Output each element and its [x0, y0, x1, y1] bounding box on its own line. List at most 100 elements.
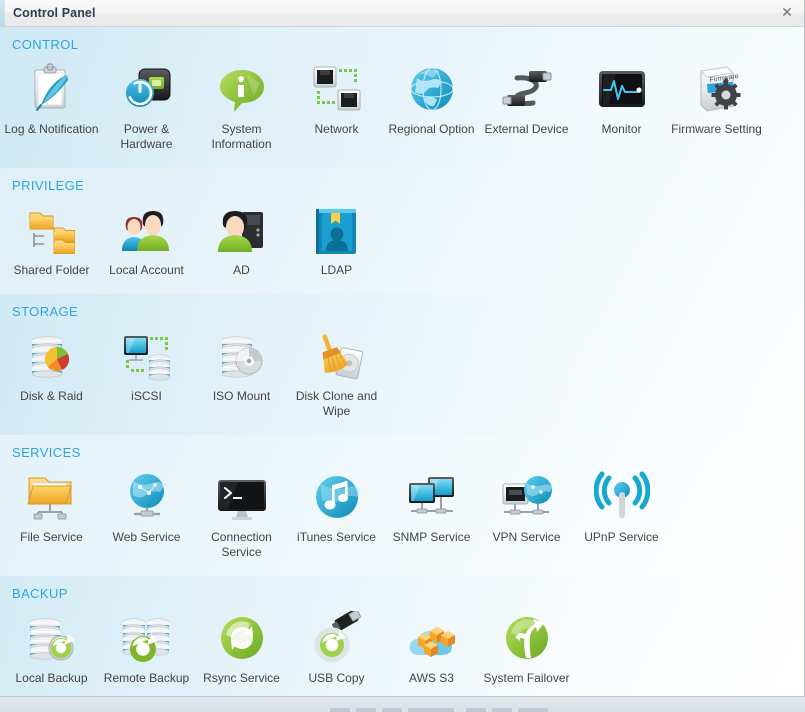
tile-local-backup[interactable]: Local Backup: [4, 607, 99, 692]
aws-cloud-icon[interactable]: [404, 611, 460, 667]
globe-icon[interactable]: [404, 62, 460, 118]
tile-disk-clone-and-wipe[interactable]: Disk Clone and Wipe: [289, 325, 384, 425]
tile-shared-folder[interactable]: Shared Folder: [4, 199, 99, 284]
firmware-gear-icon[interactable]: Firmware: [689, 62, 745, 118]
disk-stack-pie-icon[interactable]: [24, 329, 80, 385]
tile-label: File Service: [20, 530, 83, 544]
tile-ldap[interactable]: LDAP: [289, 199, 384, 284]
broadcast-icon[interactable]: [593, 470, 650, 526]
tile-label: Network: [314, 122, 359, 136]
section-backup: BACKUP Local Backup Remote Backup Rsync …: [0, 576, 804, 696]
broom-disk-icon[interactable]: [309, 329, 365, 385]
tile-firmware-setting[interactable]: Firmware Firmware Setting: [669, 58, 764, 143]
section-title: CONTROL: [12, 37, 79, 52]
dock-item[interactable]: [382, 708, 402, 712]
tile-itunes-service[interactable]: iTunes Service: [289, 466, 384, 551]
network-ports-icon[interactable]: [309, 62, 365, 118]
tile-power-hardware[interactable]: Power & Hardware: [99, 58, 194, 158]
tile-label: Rsync Service: [203, 671, 280, 685]
disks-sync-icon[interactable]: [119, 611, 175, 667]
desktop-strip: [0, 697, 805, 712]
disk-sync-icon[interactable]: [24, 611, 80, 667]
window-title: Control Panel: [13, 6, 96, 20]
tile-aws-s3[interactable]: AWS S3: [384, 607, 479, 692]
tile-label: USB Copy: [308, 671, 365, 685]
dock-item[interactable]: [466, 708, 486, 712]
dock-item[interactable]: [330, 708, 350, 712]
dock-item[interactable]: [518, 708, 548, 712]
tile-log-notification[interactable]: Log & Notification: [4, 58, 99, 143]
tile-label: Disk Clone and Wipe: [295, 389, 378, 418]
globe-network-icon[interactable]: [119, 470, 175, 526]
tile-iscsi[interactable]: iSCSI: [99, 325, 194, 410]
section-privilege: PRIVILEGE Shared Folder Local Account AD…: [0, 168, 804, 294]
tile-connection-service[interactable]: Connection Service: [194, 466, 289, 566]
tile-system-information[interactable]: System Information: [194, 58, 289, 158]
tile-network[interactable]: Network: [289, 58, 384, 143]
tile-label: iTunes Service: [297, 530, 376, 544]
tile-snmp-service[interactable]: SNMP Service: [384, 466, 479, 551]
tile-iso-mount[interactable]: ISO Mount: [194, 325, 289, 410]
tile-system-failover[interactable]: System Failover: [479, 607, 574, 692]
tile-ad[interactable]: AD: [194, 199, 289, 284]
failover-arrow-icon[interactable]: [499, 611, 555, 667]
tile-file-service[interactable]: File Service: [4, 466, 99, 551]
usb-sync-icon[interactable]: [309, 609, 365, 667]
tile-label: External Device: [484, 122, 569, 136]
dock-item[interactable]: [356, 708, 376, 712]
music-note-icon[interactable]: [309, 470, 365, 526]
two-users-icon[interactable]: [119, 203, 175, 259]
section-title: SERVICES: [12, 445, 81, 460]
tile-label: AWS S3: [409, 671, 454, 685]
usb-cable-icon[interactable]: [499, 62, 555, 118]
section-icon-grid: Disk & Raid iSCSI ISO Mount Disk Clone a…: [0, 323, 804, 435]
tile-local-account[interactable]: Local Account: [99, 199, 194, 284]
dock-item[interactable]: [492, 708, 512, 712]
info-bubble-icon[interactable]: [214, 62, 270, 118]
tile-usb-copy[interactable]: USB Copy: [289, 607, 384, 692]
tile-upnp-service[interactable]: UPnP Service: [574, 466, 669, 551]
tile-label: Shared Folder: [13, 263, 90, 277]
tile-label: Connection Service: [211, 530, 272, 559]
power-chip-icon[interactable]: [119, 62, 175, 118]
monitor-globe-icon[interactable]: [499, 470, 555, 526]
tile-web-service[interactable]: Web Service: [99, 466, 194, 551]
address-book-icon[interactable]: [309, 203, 365, 259]
tile-label: Power & Hardware: [120, 122, 173, 151]
section-icon-grid: Shared Folder Local Account AD LDAP: [0, 197, 804, 294]
section-storage: STORAGE Disk & Raid iSCSI ISO Mount Disk…: [0, 294, 804, 435]
close-icon[interactable]: ✕: [778, 4, 796, 22]
disk-stack-cd-icon[interactable]: [214, 329, 270, 385]
tile-label: Web Service: [112, 530, 181, 544]
section-title: PRIVILEGE: [12, 178, 85, 193]
monitor-disk-link-icon[interactable]: [119, 329, 175, 385]
tile-label: UPnP Service: [584, 530, 659, 544]
tile-rsync-service[interactable]: Rsync Service: [194, 607, 289, 692]
user-server-icon[interactable]: [214, 203, 270, 259]
tile-disk-raid[interactable]: Disk & Raid: [4, 325, 99, 410]
heartbeat-monitor-icon[interactable]: [594, 62, 650, 118]
window-titlebar: Control Panel ✕: [0, 0, 804, 27]
tile-external-device[interactable]: External Device: [479, 58, 574, 143]
tile-label: Firmware Setting: [671, 122, 762, 136]
folder-network-icon[interactable]: [24, 470, 80, 526]
tile-label: LDAP: [320, 263, 353, 277]
section-icon-grid: Log & Notification Power & Hardware Syst…: [0, 56, 804, 168]
tile-remote-backup[interactable]: Remote Backup: [99, 607, 194, 692]
dock-item[interactable]: [434, 708, 454, 712]
tile-regional-option[interactable]: Regional Option: [384, 58, 479, 143]
tile-vpn-service[interactable]: VPN Service: [479, 466, 574, 551]
sync-circle-icon[interactable]: [214, 611, 270, 667]
section-control: CONTROL Log & Notification Power & Hardw…: [0, 27, 804, 168]
tile-label: System Information: [211, 122, 272, 151]
clipboard-quill-icon[interactable]: [24, 62, 80, 118]
two-monitors-icon[interactable]: [404, 470, 460, 526]
terminal-monitor-icon[interactable]: [214, 470, 270, 526]
section-icon-grid: Local Backup Remote Backup Rsync Service…: [0, 605, 804, 696]
tile-label: Disk & Raid: [20, 389, 83, 403]
tile-label: System Failover: [483, 671, 570, 685]
tile-monitor[interactable]: Monitor: [574, 58, 669, 143]
tile-label: iSCSI: [131, 389, 162, 403]
shared-folder-icon[interactable]: [24, 203, 80, 259]
section-title: STORAGE: [12, 304, 79, 319]
